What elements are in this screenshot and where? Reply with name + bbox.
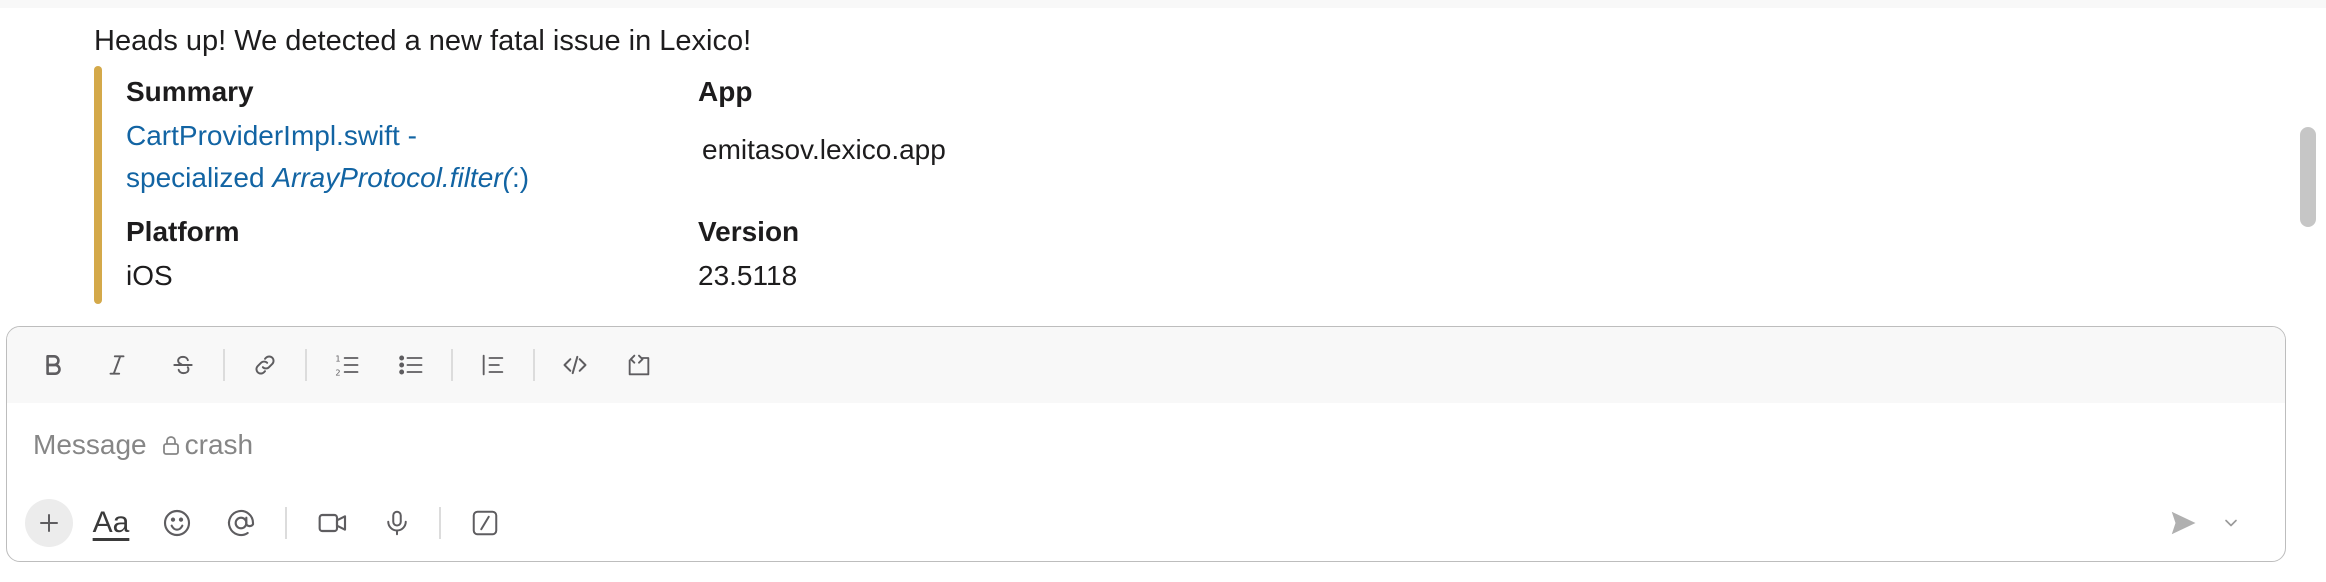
channel-name: crash — [184, 429, 254, 460]
summary-label: Summary — [126, 76, 254, 107]
toolbar-divider — [305, 349, 307, 381]
message: Heads up! We detected a new fatal issue … — [94, 22, 2274, 60]
blockquote-icon[interactable] — [469, 341, 517, 389]
plus-icon[interactable] — [25, 499, 73, 547]
scrollbar-thumb[interactable] — [2300, 127, 2316, 227]
bold-icon[interactable] — [29, 341, 77, 389]
platform-value: iOS — [126, 260, 173, 291]
platform-label: Platform — [126, 216, 240, 247]
send-icon[interactable] — [2159, 499, 2207, 547]
app-value: emitasov.lexico.app — [702, 134, 946, 165]
svg-text:2: 2 — [335, 368, 340, 378]
summary-link-italic[interactable]: ArrayProtocol.filter( — [272, 162, 512, 193]
bullet-list-icon[interactable] — [387, 341, 435, 389]
summary-link-line2[interactable]: specialized ArrayProtocol.filter(:) — [126, 157, 529, 199]
summary-link-suffix[interactable]: :) — [512, 162, 529, 193]
lock-icon — [161, 434, 181, 456]
summary-link[interactable]: CartProviderImpl.swift - specialized Arr… — [126, 115, 529, 199]
composer-actions: Aa — [7, 493, 2285, 553]
toolbar-divider — [451, 349, 453, 381]
version-label: Version — [698, 216, 800, 247]
code-icon[interactable] — [551, 341, 599, 389]
at-mention-icon[interactable] — [217, 499, 265, 547]
message-composer: 12 Message crash Aa — [6, 326, 2286, 562]
microphone-icon[interactable] — [373, 499, 421, 547]
emoji-icon[interactable] — [153, 499, 201, 547]
actions-divider — [285, 507, 287, 539]
placeholder-prefix: Message — [33, 429, 147, 460]
strikethrough-icon[interactable] — [159, 341, 207, 389]
message-input[interactable]: Message crash — [33, 423, 2233, 467]
video-icon[interactable] — [309, 499, 357, 547]
link-icon[interactable] — [241, 341, 289, 389]
top-strip — [0, 0, 2326, 8]
chevron-down-icon[interactable] — [2213, 499, 2249, 547]
summary-link-prefix[interactable]: specialized — [126, 162, 272, 193]
attachment-accent-bar — [94, 66, 102, 304]
slash-command-icon[interactable] — [461, 499, 509, 547]
summary-link-line1[interactable]: CartProviderImpl.swift - — [126, 115, 529, 157]
ordered-list-icon[interactable]: 12 — [323, 341, 371, 389]
code-block-icon[interactable] — [615, 341, 663, 389]
italic-icon[interactable] — [93, 341, 141, 389]
issue-attachment: Summary App CartProviderImpl.swift - spe… — [94, 66, 1194, 304]
formatting-toggle-button[interactable]: Aa — [87, 499, 135, 547]
svg-text:1: 1 — [335, 354, 340, 364]
message-text: Heads up! We detected a new fatal issue … — [94, 25, 752, 57]
formatting-toolbar: 12 — [7, 327, 2285, 403]
toolbar-divider — [223, 349, 225, 381]
actions-divider — [439, 507, 441, 539]
version-value: 23.5118 — [698, 260, 798, 291]
app-label: App — [698, 76, 753, 107]
toolbar-divider — [533, 349, 535, 381]
